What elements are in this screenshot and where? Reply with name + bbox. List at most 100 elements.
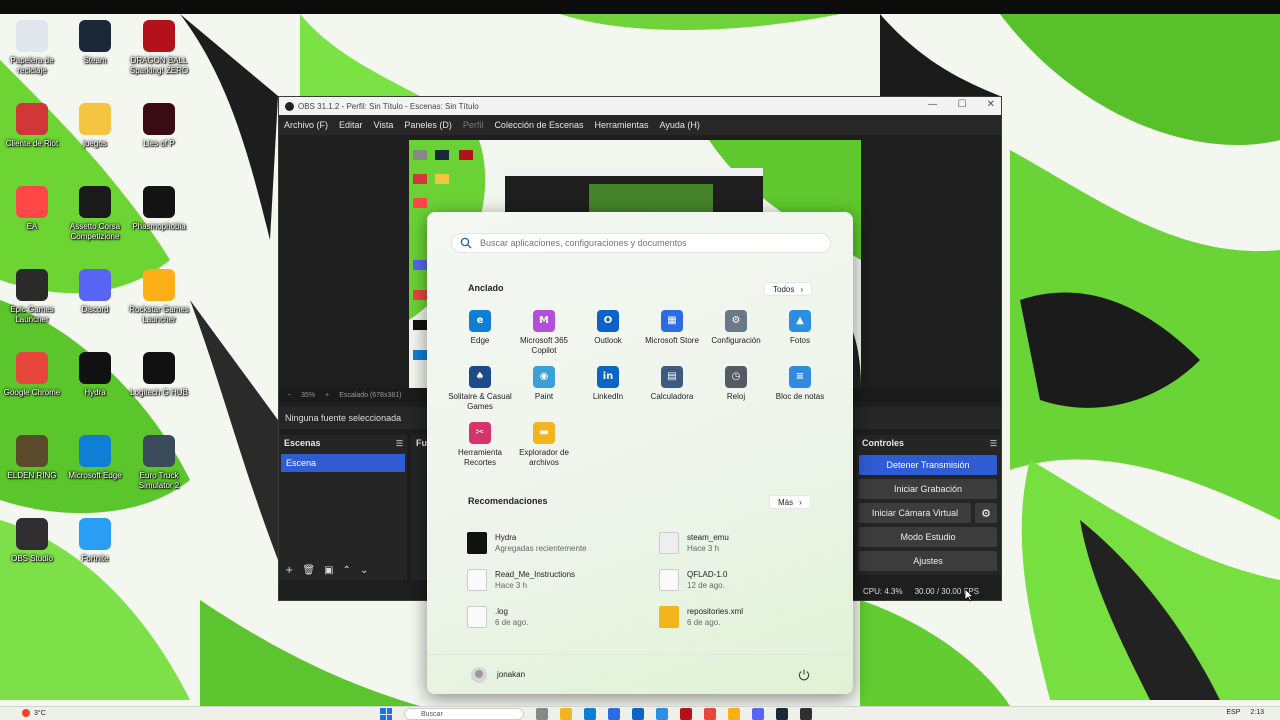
zoom-out-button[interactable]: − (287, 392, 291, 399)
scale-dropdown[interactable]: Escalado (678x381) (339, 392, 401, 399)
recommended-item[interactable]: Hydra Agregadas recientemente (467, 524, 659, 561)
stop-streaming-button[interactable]: Detener Transmisión (859, 455, 997, 475)
desktop-icon[interactable]: Fortnite (61, 518, 129, 564)
menu-herramientas[interactable]: Herramientas (595, 120, 649, 130)
pinned-app[interactable]: ♠ Solitaire & Casual Games (448, 366, 512, 422)
edge-icon[interactable] (584, 708, 596, 720)
desktop-icon[interactable]: Assetto Corsa Competizione (61, 186, 129, 242)
pinned-app[interactable]: ✂ Herramienta Recortes (448, 422, 512, 478)
pinned-app[interactable]: ▤ Calculadora (640, 366, 704, 422)
virtual-camera-settings-gear-icon[interactable]: ⚙ (975, 503, 997, 523)
steam-icon[interactable] (776, 708, 788, 720)
dock-menu-icon[interactable]: ☰ (990, 439, 997, 448)
dragon-ball-icon[interactable] (680, 708, 692, 720)
obs-titlebar[interactable]: OBS 31.1.2 - Perfil: Sin Título - Escena… (279, 97, 1001, 115)
desktop-icon[interactable]: Hydra (61, 352, 129, 398)
recommended-item[interactable]: Read_Me_Instructions Hace 3 h (467, 561, 659, 598)
photos-icon[interactable] (656, 708, 668, 720)
desktop-icon[interactable]: Lies of P (125, 103, 193, 149)
desktop-icon[interactable]: Euro Truck Simulator 2 (125, 435, 193, 491)
windows-start-icon[interactable] (380, 708, 392, 720)
more-button[interactable]: Más › (769, 495, 811, 509)
desktop-icon[interactable]: Rockstar Games Launcher (125, 269, 193, 325)
obs-icon[interactable] (800, 708, 812, 720)
dock-menu-icon[interactable]: ☰ (396, 439, 403, 448)
menu-archivo[interactable]: Archivo (F) (284, 120, 328, 130)
store-icon[interactable] (608, 708, 620, 720)
scene-filters-icon[interactable]: ▣ (324, 565, 333, 576)
desktop-icon[interactable]: Phasmophobia (125, 186, 193, 232)
scene-item[interactable]: Escena (281, 454, 405, 472)
pinned-app[interactable]: ◉ Paint (512, 366, 576, 422)
menu-vista[interactable]: Vista (374, 120, 394, 130)
rockstar-icon[interactable] (728, 708, 740, 720)
menu-paneles[interactable]: Paneles (D) (404, 120, 452, 130)
menu-editar[interactable]: Editar (339, 120, 363, 130)
pinned-app[interactable]: ▲ Fotos (768, 310, 832, 366)
linkedin-icon: in (597, 366, 619, 388)
file-explorer-icon[interactable] (560, 708, 572, 720)
start-search-input[interactable] (480, 238, 820, 248)
desktop-icon[interactable]: Microsoft Edge (61, 435, 129, 481)
weather-widget[interactable]: 3°C (22, 709, 46, 717)
pinned-app[interactable]: O Outlook (576, 310, 640, 366)
studio-mode-button[interactable]: Modo Estudio (859, 527, 997, 547)
clock[interactable]: 2:13 (1250, 709, 1264, 716)
zoom-in-button[interactable]: + (325, 392, 329, 399)
pinned-app[interactable]: ≡ Bloc de notas (768, 366, 832, 422)
user-name[interactable]: jonakan (497, 670, 525, 679)
desktop-icon[interactable]: Epic Games Launcher (0, 269, 66, 325)
close-button[interactable]: ✕ (987, 99, 995, 110)
start-virtual-camera-button[interactable]: Iniciar Cámara Virtual (859, 503, 971, 523)
move-scene-down-icon[interactable]: ⌄ (360, 565, 368, 576)
pinned-app[interactable]: in LinkedIn (576, 366, 640, 422)
start-recording-button[interactable]: Iniciar Grabación (859, 479, 997, 499)
pinned-app-label: Microsoft Store (645, 336, 699, 345)
recommended-item[interactable]: .log 6 de ago. (467, 598, 659, 635)
desktop-icon-label: Logitech G HUB (130, 388, 188, 397)
remove-scene-icon[interactable]: 🗑 (302, 565, 315, 576)
maximize-button[interactable]: ☐ (958, 99, 967, 110)
move-scene-up-icon[interactable]: ⌃ (343, 565, 351, 576)
pinned-app[interactable]: ▦ Microsoft Store (640, 310, 704, 366)
desktop-icon[interactable]: Papelera de reciclaje (0, 20, 66, 76)
pinned-app[interactable]: ⚙ Configuración (704, 310, 768, 366)
menu-ayuda[interactable]: Ayuda (H) (660, 120, 700, 130)
discord-icon[interactable] (752, 708, 764, 720)
recommended-item[interactable]: steam_emu Hace 3 h (659, 524, 819, 561)
pinned-app[interactable]: ▬ Explorador de archivos (512, 422, 576, 478)
user-avatar[interactable] (471, 666, 487, 683)
pinned-app[interactable]: ◷ Reloj (704, 366, 768, 422)
start-search-box[interactable] (451, 233, 831, 253)
desktop-icon[interactable]: Logitech G HUB (125, 352, 193, 398)
desktop-icon[interactable]: OBS Studio (0, 518, 66, 564)
desktop-icon[interactable]: Steam (61, 20, 129, 66)
desktop-icon[interactable]: juegos (61, 103, 129, 149)
settings-button[interactable]: Ajustes (859, 551, 997, 571)
recommended-item[interactable]: repositories.xml 6 de ago. (659, 598, 819, 635)
desktop-icon[interactable]: Discord (61, 269, 129, 315)
task-view-icon[interactable] (536, 708, 548, 720)
desktop-icon[interactable]: ELDEN RING (0, 435, 66, 481)
chrome-icon[interactable] (704, 708, 716, 720)
more-label: Más (778, 497, 794, 507)
outlook-icon[interactable] (632, 708, 644, 720)
minimize-button[interactable]: — (928, 99, 938, 110)
all-apps-button[interactable]: Todos › (764, 282, 813, 296)
desktop-icon[interactable]: Google Chrome (0, 352, 66, 398)
taskbar-search[interactable]: Buscar (404, 708, 524, 720)
desktop-icon[interactable]: EA (0, 186, 66, 232)
obs-icon (16, 518, 48, 550)
desktop-icon[interactable]: Cliente de Riot (0, 103, 66, 149)
add-scene-icon[interactable]: + (285, 565, 293, 576)
lies-of-p-icon (143, 103, 175, 135)
desktop-icon[interactable]: DRAGON BALL Sparking! ZERO (125, 20, 193, 76)
power-icon[interactable] (797, 668, 811, 682)
desktop-icon-label: Cliente de Riot (5, 139, 59, 148)
language-indicator[interactable]: ESP (1226, 709, 1240, 716)
recommended-item[interactable]: QFLAD-1.0 12 de ago. (659, 561, 819, 598)
pinned-app[interactable]: e Edge (448, 310, 512, 366)
menu-coleccion-escenas[interactable]: Colección de Escenas (494, 120, 583, 130)
menu-perfil[interactable]: Perfil (463, 120, 484, 130)
pinned-app[interactable]: M Microsoft 365 Copilot (512, 310, 576, 366)
